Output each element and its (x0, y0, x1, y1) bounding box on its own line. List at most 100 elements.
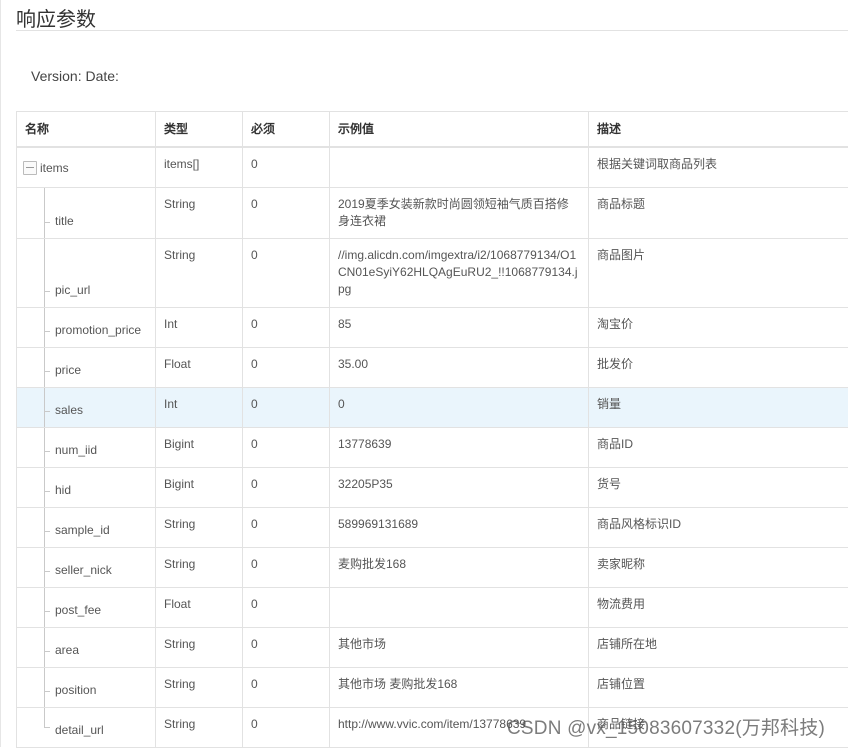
title-divider (16, 30, 848, 31)
tree-line-branch (45, 491, 50, 492)
cell-type: Float (156, 348, 243, 388)
tree-line-branch (45, 222, 50, 223)
cell-example: 麦购批发168 (330, 548, 589, 588)
field-name: detail_url (55, 722, 104, 739)
header-type: 类型 (156, 112, 243, 148)
table-row: sample_idString0589969131689商品风格标识ID (17, 508, 848, 548)
tree-line-branch (45, 451, 50, 452)
cell-required: 0 (243, 468, 330, 508)
parent-name: items (40, 160, 69, 177)
cell-name: promotion_price (17, 308, 156, 348)
cell-description: 商品标题 (589, 188, 848, 239)
table-row: post_feeFloat0物流费用 (17, 588, 848, 628)
version-line: Version: Date: (31, 68, 119, 84)
field-name: promotion_price (55, 322, 141, 339)
table-row-parent: items items[] 0 根据关键词取商品列表 (17, 147, 848, 188)
section-title: 响应参数 (16, 3, 96, 32)
watermark: CSDN @vx_15083607332(万邦科技) (507, 713, 825, 740)
cell-name: detail_url (17, 708, 156, 748)
cell-example: 35.00 (330, 348, 589, 388)
cell-type: String (156, 188, 243, 239)
field-name: position (55, 682, 96, 699)
cell-required: 0 (243, 239, 330, 308)
field-name: area (55, 642, 79, 659)
table-row: promotion_price Int085淘宝价 (17, 308, 848, 348)
cell-type: Bigint (156, 468, 243, 508)
cell-name: position (17, 668, 156, 708)
tree-line-vertical (44, 348, 45, 387)
cell-example: 32205P35 (330, 468, 589, 508)
cell-type: items[] (156, 147, 243, 188)
cell-required: 0 (243, 308, 330, 348)
cell-example: 589969131689 (330, 508, 589, 548)
table-row: pic_urlString0//img.alicdn.com/imgextra/… (17, 239, 848, 308)
cell-description: 商品ID (589, 428, 848, 468)
cell-example: 85 (330, 308, 589, 348)
tree-line-vertical (44, 508, 45, 547)
cell-type: String (156, 628, 243, 668)
cell-type: String (156, 668, 243, 708)
table-row: priceFloat035.00批发价 (17, 348, 848, 388)
header-name: 名称 (17, 112, 156, 148)
tree-line-vertical (44, 239, 45, 307)
tree-line-vertical (44, 548, 45, 587)
tree-line-vertical (44, 708, 45, 728)
tree-line-vertical (44, 468, 45, 507)
field-name: post_fee (55, 602, 101, 619)
field-name: title (55, 213, 74, 230)
cell-description: 货号 (589, 468, 848, 508)
cell-required: 0 (243, 628, 330, 668)
cell-description: 批发价 (589, 348, 848, 388)
cell-required: 0 (243, 428, 330, 468)
cell-required: 0 (243, 588, 330, 628)
cell-example: 2019夏季女装新款时尚圆领短袖气质百搭修身连衣裙 (330, 188, 589, 239)
tree-line-vertical (44, 428, 45, 467)
cell-required: 0 (243, 668, 330, 708)
response-params-table: 名称 类型 必须 示例值 描述 items items[] 0 根据关键词取商品… (16, 111, 848, 748)
tree-line-branch (45, 727, 50, 728)
field-name: seller_nick (55, 562, 112, 579)
cell-name: hid (17, 468, 156, 508)
table-row: areaString0其他市场店铺所在地 (17, 628, 848, 668)
table-row: hidBigint032205P35货号 (17, 468, 848, 508)
cell-type: String (156, 548, 243, 588)
table-row: num_iidBigint013778639商品ID (17, 428, 848, 468)
cell-example: 其他市场 (330, 628, 589, 668)
cell-required: 0 (243, 147, 330, 188)
cell-example (330, 147, 589, 188)
cell-example: 0 (330, 388, 589, 428)
cell-required: 0 (243, 548, 330, 588)
cell-name: title (17, 188, 156, 239)
table-row: position String0其他市场 麦购批发168店铺位置 (17, 668, 848, 708)
page-left-border (0, 0, 1, 747)
table-row: titleString02019夏季女装新款时尚圆领短袖气质百搭修身连衣裙商品标… (17, 188, 848, 239)
table-row: seller_nick String0麦购批发168卖家昵称 (17, 548, 848, 588)
cell-example: 其他市场 麦购批发168 (330, 668, 589, 708)
cell-name: seller_nick (17, 548, 156, 588)
tree-line-branch (45, 691, 50, 692)
cell-type: String (156, 508, 243, 548)
tree-line-vertical (44, 188, 45, 238)
cell-required: 0 (243, 708, 330, 748)
cell-type: Int (156, 308, 243, 348)
cell-required: 0 (243, 508, 330, 548)
header-required: 必须 (243, 112, 330, 148)
table-row: salesInt00销量 (17, 388, 848, 428)
cell-description: 淘宝价 (589, 308, 848, 348)
cell-example (330, 588, 589, 628)
field-name: price (55, 362, 81, 379)
cell-type: String (156, 239, 243, 308)
collapse-icon[interactable] (23, 161, 37, 175)
table-header-row: 名称 类型 必须 示例值 描述 (17, 112, 848, 148)
tree-line-vertical (44, 588, 45, 627)
cell-description: 物流费用 (589, 588, 848, 628)
field-name: sales (55, 402, 83, 419)
cell-name: sales (17, 388, 156, 428)
tree-line-vertical (44, 308, 45, 347)
cell-description: 店铺位置 (589, 668, 848, 708)
cell-type: Int (156, 388, 243, 428)
cell-example: 13778639 (330, 428, 589, 468)
cell-description: 卖家昵称 (589, 548, 848, 588)
cell-type: String (156, 708, 243, 748)
field-name: pic_url (55, 282, 90, 299)
